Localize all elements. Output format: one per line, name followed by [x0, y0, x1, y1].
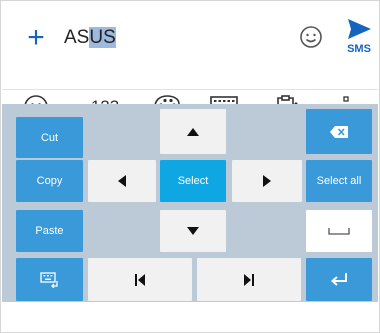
cursor-up-button[interactable] [160, 109, 226, 154]
line-end-button[interactable] [197, 258, 301, 301]
arrow-up-icon [187, 127, 199, 136]
enter-icon [330, 272, 347, 286]
backspace-icon [330, 125, 348, 138]
message-text: AS [64, 27, 90, 48]
paste-button[interactable]: Paste [16, 210, 83, 252]
plus-icon[interactable]: + [26, 23, 46, 53]
space-button[interactable] [306, 210, 372, 252]
cursor-down-button[interactable] [160, 210, 226, 252]
line-start-button[interactable] [88, 258, 192, 301]
cursor-right-button[interactable] [232, 160, 302, 202]
keyboard-return-button[interactable] [16, 258, 83, 301]
bottom-area [2, 302, 378, 332]
arrow-down-icon [187, 227, 199, 235]
backspace-button[interactable] [306, 109, 372, 154]
skip-start-icon [135, 273, 145, 286]
arrow-right-icon [263, 175, 271, 187]
enter-button[interactable] [306, 258, 372, 301]
selected-text: US [89, 27, 116, 48]
send-arrow-icon[interactable] [345, 17, 373, 63]
skip-end-icon [244, 273, 254, 286]
arrow-left-icon [118, 175, 126, 187]
select-all-button[interactable]: Select all [306, 160, 372, 202]
message-input[interactable]: ASUS [64, 22, 116, 54]
space-icon [328, 228, 350, 235]
cut-button[interactable]: Cut [16, 117, 83, 158]
send-label: SMS [347, 43, 371, 55]
text-edit-panel: Cut Copy Paste Select Select all [2, 104, 378, 302]
keyboard-return-icon [39, 271, 58, 288]
smiley-icon[interactable] [299, 25, 323, 49]
select-button[interactable]: Select [160, 160, 226, 202]
cursor-left-button[interactable] [88, 160, 156, 202]
copy-button[interactable]: Copy [16, 160, 83, 202]
screen: + ASUS SMS 123 Cut Copy Paste [0, 0, 380, 333]
compose-bar: + ASUS SMS [2, 2, 378, 88]
